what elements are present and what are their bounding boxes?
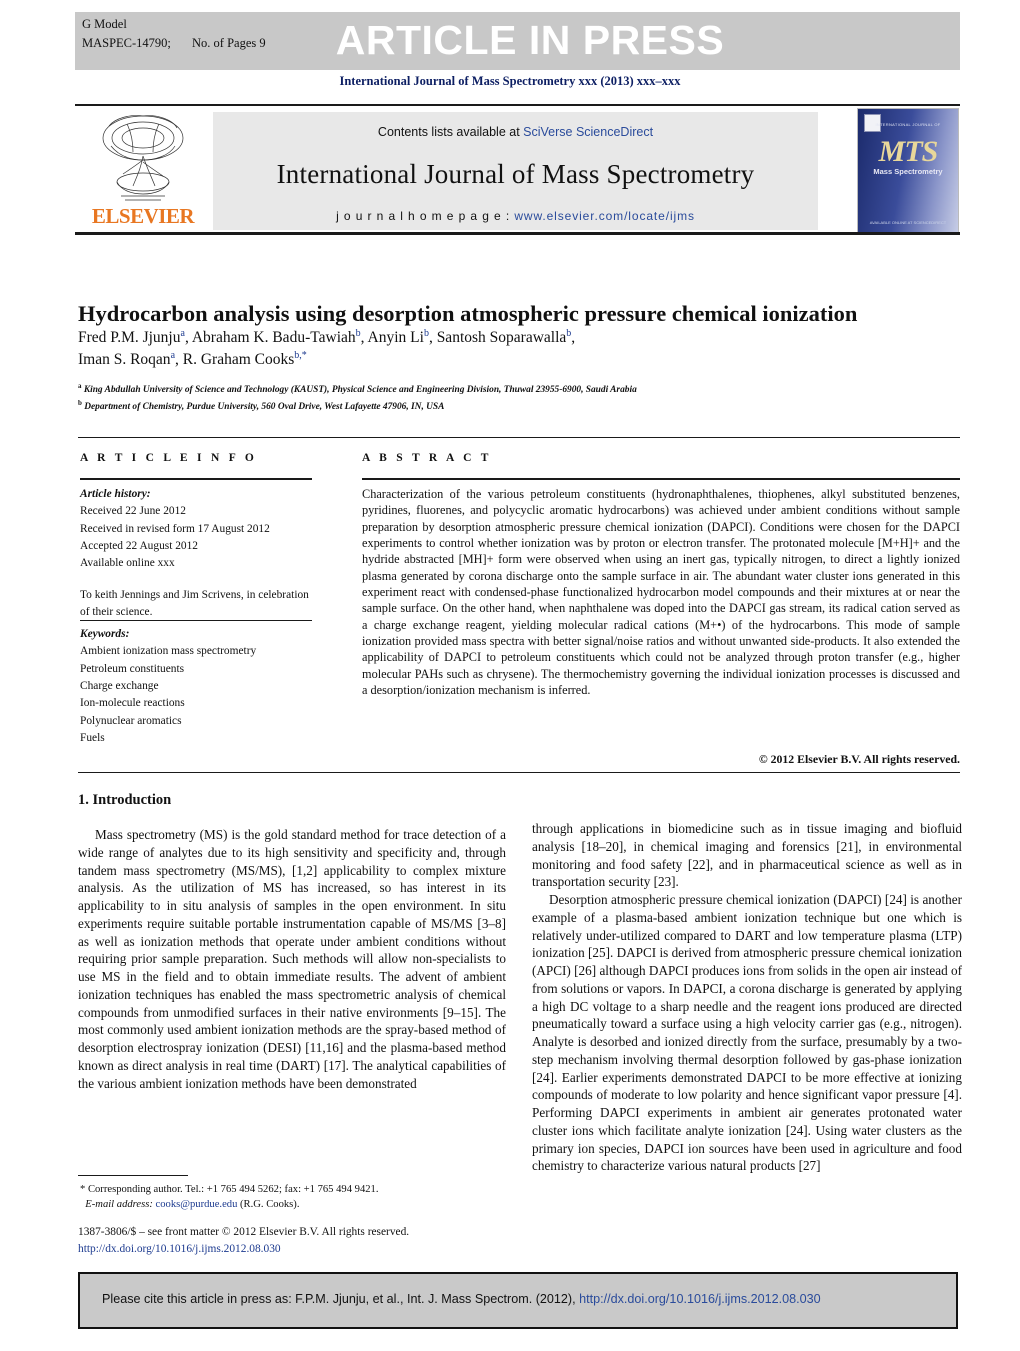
keyword-2: Charge exchange [80, 679, 159, 692]
manuscript-id-line: MASPEC-14790; No. of Pages 9 [82, 34, 266, 53]
author-name: Abraham K. Badu-Tawiah [191, 329, 356, 347]
keyword-0: Ambient ionization mass spectrometry [80, 645, 257, 658]
g-model-block: G Model MASPEC-14790; No. of Pages 9 [82, 15, 266, 54]
cite-prefix: Please cite this article in press as: F.… [102, 1292, 580, 1306]
page-title: Hydrocarbon analysis using desorption at… [78, 301, 858, 327]
abstract-text: Characterization of the various petroleu… [362, 487, 960, 698]
journal-title: International Journal of Mass Spectromet… [276, 159, 755, 189]
affil-mark-b: b [78, 398, 82, 407]
masthead-center-panel: Contents lists available at SciVerse Sci… [213, 112, 818, 230]
abstract-heading: A B S T R A C T [362, 452, 492, 464]
cover-top-text: INTERNATIONAL JOURNAL OF [875, 122, 941, 127]
abstract-rule [362, 478, 960, 480]
keywords-label: Keywords: [80, 628, 130, 640]
author-affil-mark: b [566, 328, 572, 339]
author-name: Anyin Li [367, 329, 424, 347]
article-first-page: G Model MASPEC-14790; No. of Pages 9 ART… [0, 0, 1020, 1351]
cover-subtitle: Mass Spectrometry [873, 167, 943, 176]
elsevier-logo: ELSEVIER [83, 112, 203, 234]
author-5: R. Graham Cooksb,* [182, 350, 307, 369]
author-name: R. Graham Cooks [182, 351, 295, 369]
footnote-rule [78, 1175, 188, 1176]
affiliation-b: b Department of Chemistry, Purdue Univer… [78, 398, 958, 415]
journal-running-head: International Journal of Mass Spectromet… [339, 74, 681, 88]
homepage-label: j o u r n a l h o m e p a g e : [336, 209, 515, 223]
elsevier-tree-icon [102, 115, 184, 201]
cite-doi-link[interactable]: http://dx.doi.org/10.1016/j.ijms.2012.08… [579, 1292, 821, 1306]
copyright-line: © 2012 Elsevier B.V. All rights reserved… [758, 752, 960, 766]
journal-homepage-line: j o u r n a l h o m e p a g e : www.else… [213, 209, 818, 223]
page-count: No. of Pages 9 [192, 36, 266, 51]
keyword-4: Polynuclear aromatics [80, 714, 182, 727]
abstract-section-rule-bottom [78, 772, 960, 773]
journal-cover-thumbnail: INTERNATIONAL JOURNAL OF MTS Mass Spectr… [857, 108, 959, 234]
affiliations: a King Abdullah University of Science an… [78, 381, 958, 414]
author-affil-mark: b [355, 328, 361, 339]
author-0: Fred P.M. Jjunjua [78, 328, 185, 347]
manuscript-id: MASPEC-14790; [82, 36, 171, 51]
dedication-text: To keith Jennings and Jim Scrivens, in c… [80, 588, 309, 618]
elsevier-wordmark: ELSEVIER [91, 204, 195, 228]
g-model-label: G Model [82, 17, 127, 31]
intro-paragraph-right-1: through applications in biomedicine such… [532, 821, 962, 890]
history-item-0: Received 22 June 2012 [80, 505, 186, 518]
author-2: Anyin Lib [367, 328, 429, 347]
journal-masthead: ELSEVIER Contents lists available at Sci… [75, 104, 960, 235]
affiliation-text: Department of Chemistry, Purdue Universi… [84, 401, 445, 412]
section-heading-introduction: 1. Introduction [78, 792, 172, 808]
abstract-section-rule-top [78, 437, 960, 438]
contents-prefix: Contents lists available at [377, 125, 524, 139]
doi-link[interactable]: http://dx.doi.org/10.1016/j.ijms.2012.08… [78, 1241, 518, 1258]
keywords-block: Keywords: Ambient ionization mass spectr… [80, 626, 318, 747]
affil-mark-a: a [78, 382, 82, 390]
author-3: Santosh Soparawallab [436, 328, 572, 347]
author-affil-mark: b [423, 328, 429, 339]
author-affil-mark: a [170, 350, 176, 362]
author-list: Fred P.M. Jjunjua, Abraham K. Badu-Tawia… [78, 328, 576, 369]
email-suffix: (R.G. Cooks). [240, 1199, 300, 1211]
footnote-block: * Corresponding author. Tel.: +1 765 494… [80, 1182, 510, 1213]
masthead-rule-bottom [75, 232, 960, 235]
email-label: E-mail address: [85, 1199, 153, 1211]
affiliation-text: King Abdullah University of Science and … [83, 385, 637, 396]
cover-logo-text: MTS [878, 135, 939, 168]
author-1: Abraham K. Badu-Tawiahb [191, 328, 361, 347]
masthead-rule-top [75, 104, 960, 106]
intro-paragraph-right-2: Desorption atmospheric pressure chemical… [532, 892, 962, 1174]
history-item-1: Received in revised form 17 August 2012 [80, 522, 270, 535]
history-item-3: Available online xxx [80, 557, 175, 570]
homepage-url-link[interactable]: www.elsevier.com/locate/ijms [514, 209, 695, 223]
author-4: Iman S. Roqana [78, 350, 176, 369]
article-history-label: Article history: [80, 488, 151, 500]
history-item-2: Accepted 22 August 2012 [80, 539, 198, 552]
sciencedirect-link[interactable]: SciVerse ScienceDirect [523, 125, 653, 139]
article-info-rule [80, 478, 312, 480]
front-matter-line: 1387-3806/$ – see front matter © 2012 El… [78, 1226, 410, 1238]
article-history-block: Article history: Received 22 June 2012 R… [80, 486, 318, 621]
keyword-5: Fuels [80, 731, 105, 744]
cite-this-article-box: Please cite this article in press as: F.… [78, 1272, 958, 1329]
author-affil-mark: b,* [294, 350, 307, 362]
body-column-right: through applications in biomedicine such… [532, 820, 962, 1175]
article-info-heading: A R T I C L E I N F O [80, 452, 258, 464]
body-column-left: 1. Introduction Mass spectrometry (MS) i… [78, 792, 506, 1092]
affiliation-a: a King Abdullah University of Science an… [78, 381, 958, 398]
keywords-rule [80, 620, 312, 621]
imprint-block: 1387-3806/$ – see front matter © 2012 El… [78, 1224, 518, 1257]
corresponding-author-note: * Corresponding author. Tel.: +1 765 494… [80, 1184, 379, 1195]
email-note: E-mail address: cooks@purdue.edu (R.G. C… [80, 1197, 510, 1212]
author-name: Santosh Soparawalla [436, 329, 567, 347]
cover-bottom-text: AVAILABLE ONLINE AT SCIENCEDIRECT [869, 220, 947, 225]
author-affil-mark: a [180, 328, 185, 339]
intro-paragraph-left: Mass spectrometry (MS) is the gold stand… [78, 827, 506, 1091]
contents-lists-line: Contents lists available at SciVerse Sci… [213, 125, 818, 139]
cite-text: Please cite this article in press as: F.… [102, 1292, 821, 1306]
author-name: Fred P.M. Jjunju [78, 329, 181, 347]
email-link[interactable]: cooks@purdue.edu [156, 1199, 238, 1210]
author-name: Iman S. Roqan [78, 351, 171, 369]
article-in-press-text: ARTICLE IN PRESS [335, 17, 725, 63]
keyword-1: Petroleum constituents [80, 662, 185, 675]
keyword-3: Ion-molecule reactions [80, 697, 185, 710]
